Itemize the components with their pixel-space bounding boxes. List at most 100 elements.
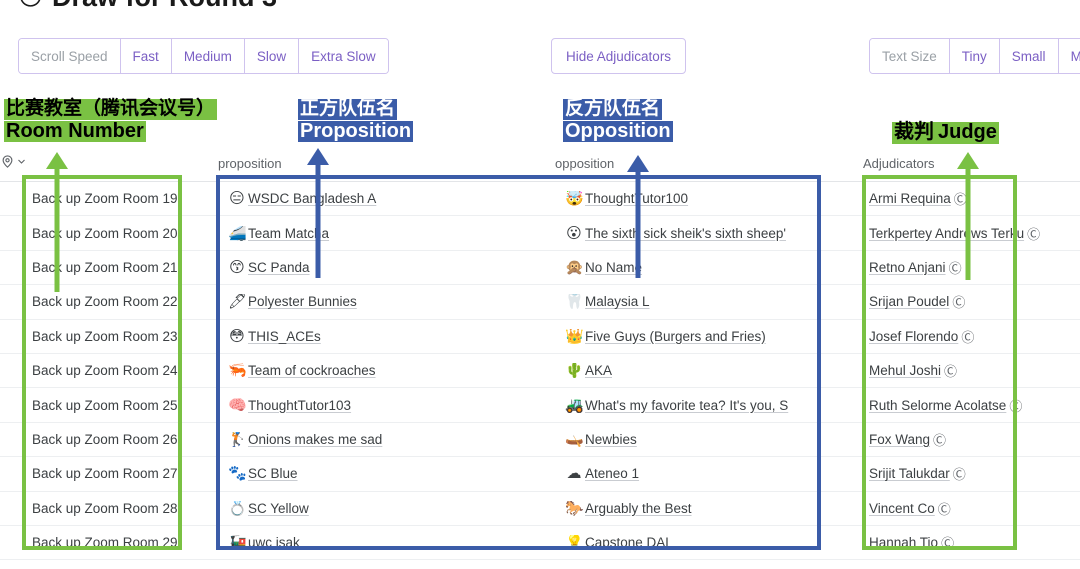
adjudicator-name[interactable]: Hannah Tio (869, 535, 938, 550)
chair-badge: Ⓒ (933, 430, 946, 449)
text-size-tiny-button[interactable]: Tiny (950, 39, 1000, 73)
adjudicator-name[interactable]: Armi Requina (869, 191, 951, 206)
adjudicator-name[interactable]: Srijan Poudel (869, 294, 949, 309)
column-header-venue[interactable] (0, 150, 218, 182)
hide-adjudicators-control: Hide Adjudicators (551, 38, 686, 74)
column-header-adjudicators[interactable]: Adjudicators (863, 150, 1080, 182)
cell-venue: Back up Zoom Room 19 (0, 182, 218, 216)
opposition-team-name[interactable]: Ateneo 1 (585, 466, 639, 481)
opposition-team-name[interactable]: Five Guys (Burgers and Fries) (585, 329, 766, 344)
hide-adjudicators-button[interactable]: Hide Adjudicators (551, 38, 686, 74)
cell-proposition: 😑WSDC Bangladesh A (218, 182, 555, 216)
cell-adjudicators: Ruth Selorme AcolatseⒸ (863, 388, 1080, 422)
adjudicator-name[interactable]: Srijit Talukdar (869, 466, 950, 481)
adjudicator-name[interactable]: Retno Anjani (869, 260, 946, 275)
chair-badge: Ⓒ (1027, 224, 1040, 243)
text-size-small-button[interactable]: Small (1000, 39, 1059, 73)
adjudicator-name[interactable]: Ruth Selorme Acolatse (869, 398, 1006, 413)
team-emoji-icon: 🚜 (565, 398, 583, 413)
opposition-team-name[interactable]: Arguably the Best (585, 501, 692, 516)
annotation-judge: 裁判Judge (892, 122, 999, 144)
cell-venue: Back up Zoom Room 21 (0, 250, 218, 284)
chair-badge: Ⓒ (938, 499, 951, 518)
table-header-row: proposition opposition Adjudicators (0, 150, 1080, 182)
table-row: Back up Zoom Room 22🖊Polyester Bunnies🦷M… (0, 285, 1080, 319)
scroll-speed-slow-button[interactable]: Slow (245, 39, 299, 73)
opposition-team-name[interactable]: Malaysia L (585, 294, 650, 309)
team-emoji-icon: 😮 (565, 226, 583, 241)
chair-badge: Ⓒ (952, 292, 965, 311)
proposition-team-name[interactable]: THIS_ACEs (248, 329, 321, 344)
team-emoji-icon: 🛶 (565, 432, 583, 447)
proposition-team-name[interactable]: Team of cockroaches (248, 363, 376, 378)
annotation-opposition-cn: 反方队伍名 (563, 99, 662, 120)
scroll-speed-label: Scroll Speed (19, 39, 121, 73)
annotation-opposition: 反方队伍名 Opposition (563, 99, 673, 142)
adjudicator-name[interactable]: Terkpertey Andrews Terku (869, 226, 1024, 241)
scroll-speed-fast-button[interactable]: Fast (121, 39, 172, 73)
opposition-team-name[interactable]: The sixth sick sheik's sixth sheep' (585, 226, 786, 241)
team-emoji-icon: 😳 (228, 329, 246, 344)
cell-adjudicators: Vincent CoⒸ (863, 491, 1080, 525)
proposition-team-name[interactable]: Polyester Bunnies (248, 294, 357, 309)
cell-adjudicators: Retno AnjaniⒸ (863, 250, 1080, 284)
chair-badge: Ⓒ (1009, 396, 1022, 415)
cell-proposition: 💍SC Yellow (218, 491, 555, 525)
scroll-speed-extra-slow-button[interactable]: Extra Slow (299, 39, 388, 73)
opposition-team-name[interactable]: AKA (585, 363, 612, 378)
adjudicator-name[interactable]: Fox Wang (869, 432, 930, 447)
cell-opposition: 🌵AKA (555, 353, 863, 387)
text-size-control: Text Size Tiny Small Med (869, 38, 1080, 74)
text-size-label: Text Size (870, 39, 950, 73)
cell-opposition: 🛶Newbies (555, 422, 863, 456)
team-emoji-icon: 🙊 (565, 260, 583, 275)
adjudicator-name[interactable]: Josef Florendo (869, 329, 958, 344)
proposition-team-name[interactable]: WSDC Bangladesh A (248, 191, 376, 206)
text-size-medium-button[interactable]: Med (1059, 39, 1080, 73)
cell-opposition: 🐎Arguably the Best (555, 491, 863, 525)
venue-name: Back up Zoom Room 23 (32, 329, 178, 344)
team-emoji-icon: 🐾 (228, 466, 246, 481)
chair-badge: Ⓒ (953, 464, 966, 483)
cell-opposition: 😮The sixth sick sheik's sixth sheep' (555, 216, 863, 250)
proposition-team-name[interactable]: SC Yellow (248, 501, 309, 516)
proposition-team-name[interactable]: SC Blue (248, 466, 298, 481)
proposition-team-name[interactable]: Team Matcha (248, 226, 329, 241)
opposition-team-name[interactable]: What's my favorite tea? It's you, S (585, 398, 788, 413)
adjudicator-name[interactable]: Mehul Joshi (869, 363, 941, 378)
table-row: Back up Zoom Room 29🚂uwc isak💡Capstone D… (0, 525, 1080, 559)
draw-table: proposition opposition Adjudicators Back… (0, 150, 1080, 560)
adjudicator-name[interactable]: Vincent Co (869, 501, 935, 516)
scroll-speed-button-group: Scroll Speed Fast Medium Slow Extra Slow (18, 38, 389, 74)
cell-venue: Back up Zoom Room 22 (0, 285, 218, 319)
proposition-team-name[interactable]: SC Panda (248, 260, 310, 275)
table-row: Back up Zoom Room 24🦐Team of cockroaches… (0, 353, 1080, 387)
opposition-team-name[interactable]: Newbies (585, 432, 637, 447)
cell-venue: Back up Zoom Room 29 (0, 525, 218, 559)
cell-adjudicators: Hannah TioⒸ (863, 525, 1080, 559)
opposition-team-name[interactable]: No Name (585, 260, 642, 275)
venue-name: Back up Zoom Room 27 (32, 466, 178, 481)
venue-name: Back up Zoom Room 19 (32, 191, 178, 206)
team-emoji-icon: 🌵 (565, 363, 583, 378)
cell-proposition: 😙SC Panda (218, 250, 555, 284)
cell-opposition: 🦷Malaysia L (555, 285, 863, 319)
column-header-proposition[interactable]: proposition (218, 150, 555, 182)
cell-proposition: 🖊Polyester Bunnies (218, 285, 555, 319)
cell-opposition: 💡Capstone DAL (555, 525, 863, 559)
column-header-opposition[interactable]: opposition (555, 150, 863, 182)
scroll-speed-medium-button[interactable]: Medium (172, 39, 245, 73)
cell-opposition: 🤯ThoughtTutor100 (555, 182, 863, 216)
proposition-team-name[interactable]: uwc isak (248, 535, 300, 550)
cell-proposition: 🚄Team Matcha (218, 216, 555, 250)
opposition-team-name[interactable]: ThoughtTutor100 (585, 191, 688, 206)
opposition-team-name[interactable]: Capstone DAL (585, 535, 673, 550)
venue-name: Back up Zoom Room 20 (32, 226, 178, 241)
proposition-team-name[interactable]: Onions makes me sad (248, 432, 382, 447)
cell-adjudicators: Srijan PoudelⒸ (863, 285, 1080, 319)
team-emoji-icon: 💍 (228, 501, 246, 516)
cell-venue: Back up Zoom Room 23 (0, 319, 218, 353)
cell-proposition: 🐾SC Blue (218, 457, 555, 491)
proposition-team-name[interactable]: ThoughtTutor103 (248, 398, 351, 413)
cell-adjudicators: Josef FlorendoⒸ (863, 319, 1080, 353)
